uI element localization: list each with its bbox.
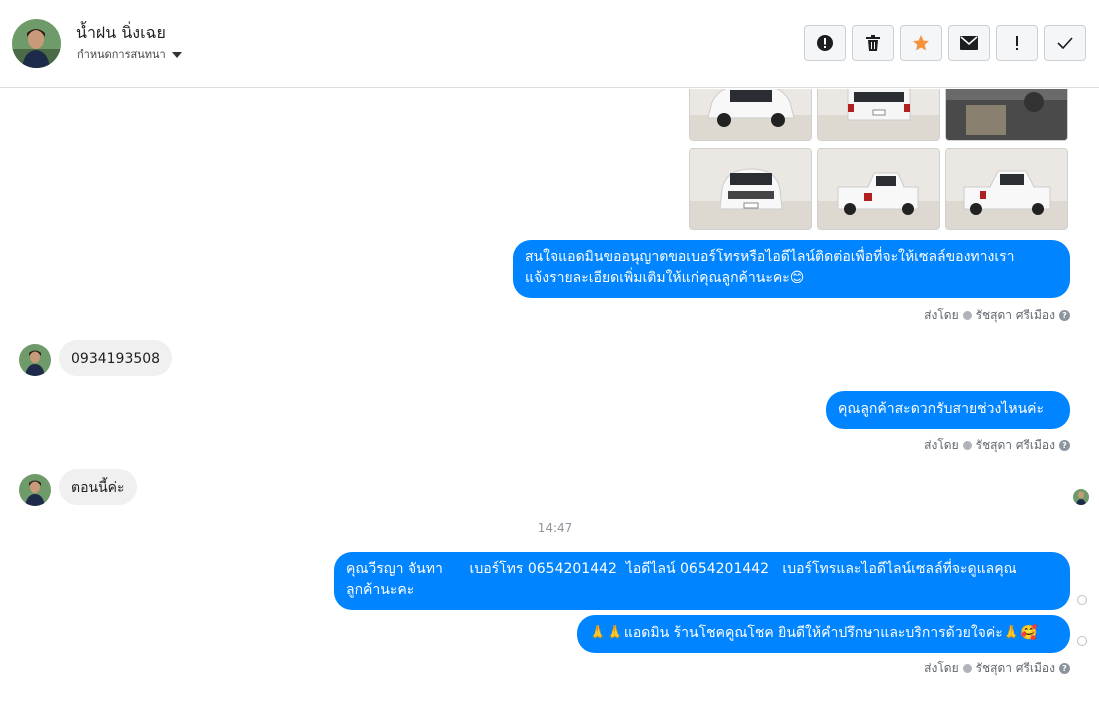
car-photo[interactable]	[945, 148, 1068, 230]
read-receipt-avatar	[1073, 489, 1089, 505]
help-icon[interactable]: ?	[1059, 440, 1070, 451]
message-thread[interactable]: สนใจแอดมินขออนุญาตขอเบอร์โทรหรือไอดีไลน์…	[0, 89, 1099, 708]
help-icon[interactable]: ?	[1059, 310, 1070, 321]
contact-avatar[interactable]	[19, 344, 51, 376]
follow-up-button[interactable]	[996, 25, 1038, 61]
delete-button[interactable]	[852, 25, 894, 61]
conversation-status-dropdown[interactable]: กำหนดการสนทนา	[77, 45, 182, 63]
trash-icon	[866, 35, 880, 51]
envelope-icon	[960, 36, 978, 50]
conversation-header: น้ำฝน นิ่งเฉย กำหนดการสนทนา	[0, 0, 1099, 88]
sent-by-label: ส่งโดย	[924, 308, 959, 322]
agent-name[interactable]: รัชสุดา ศรีเมือง	[976, 306, 1055, 325]
mark-done-button[interactable]	[1044, 25, 1086, 61]
agent-status-icon	[962, 311, 972, 320]
outgoing-message[interactable]: คุณวีรญา จันทา เบอร์โทร 0654201442 ไอดีไ…	[334, 552, 1070, 610]
agent-status-icon	[962, 664, 972, 673]
outgoing-message[interactable]: 🙏🙏แอดมิน ร้านโชคคูณโชค ยินดีให้คำปรึกษาแ…	[577, 615, 1070, 653]
mark-unread-button[interactable]	[948, 25, 990, 61]
checkmark-icon	[1057, 37, 1073, 49]
agent-status-icon	[962, 441, 972, 450]
car-photo[interactable]	[689, 148, 812, 230]
contact-avatar[interactable]	[19, 474, 51, 506]
agent-name[interactable]: รัชสุดา ศรีเมือง	[976, 436, 1055, 455]
mark-spam-button[interactable]	[804, 25, 846, 61]
sent-status-icon	[1077, 595, 1087, 605]
header-actions	[804, 25, 1086, 61]
timestamp-divider: 14:47	[537, 521, 573, 535]
incoming-message[interactable]: ตอนนี้ค่ะ	[59, 469, 137, 505]
car-photo[interactable]	[945, 89, 1068, 141]
conversation-status-label: กำหนดการสนทนา	[77, 48, 166, 61]
sent-by-info: ส่งโดย รัชสุดา ศรีเมือง ?	[924, 436, 1070, 455]
caret-down-icon	[171, 51, 182, 58]
star-icon	[913, 35, 929, 51]
incoming-message[interactable]: 0934193508	[59, 340, 173, 376]
sent-by-info: ส่งโดย รัชสุดา ศรีเมือง ?	[924, 306, 1070, 325]
car-photo[interactable]	[817, 89, 940, 141]
outgoing-message[interactable]: สนใจแอดมินขออนุญาตขอเบอร์โทรหรือไอดีไลน์…	[513, 240, 1070, 298]
contact-avatar[interactable]	[12, 19, 61, 68]
sent-by-label: ส่งโดย	[924, 661, 959, 675]
car-photo[interactable]	[689, 89, 812, 141]
contact-name: น้ำฝน นิ่งเฉย	[76, 23, 166, 42]
car-photo[interactable]	[817, 148, 940, 230]
star-button[interactable]	[900, 25, 942, 61]
help-icon[interactable]: ?	[1059, 663, 1070, 674]
exclamation-icon	[1016, 36, 1018, 50]
sent-status-icon	[1077, 636, 1087, 646]
sent-by-info: ส่งโดย รัชสุดา ศรีเมือง ?	[924, 659, 1070, 678]
alert-circle-icon	[817, 35, 833, 51]
sent-by-label: ส่งโดย	[924, 438, 959, 452]
outgoing-message[interactable]: คุณลูกค้าสะดวกรับสายช่วงไหนค่ะ	[826, 391, 1070, 429]
agent-name[interactable]: รัชสุดา ศรีเมือง	[976, 659, 1055, 678]
